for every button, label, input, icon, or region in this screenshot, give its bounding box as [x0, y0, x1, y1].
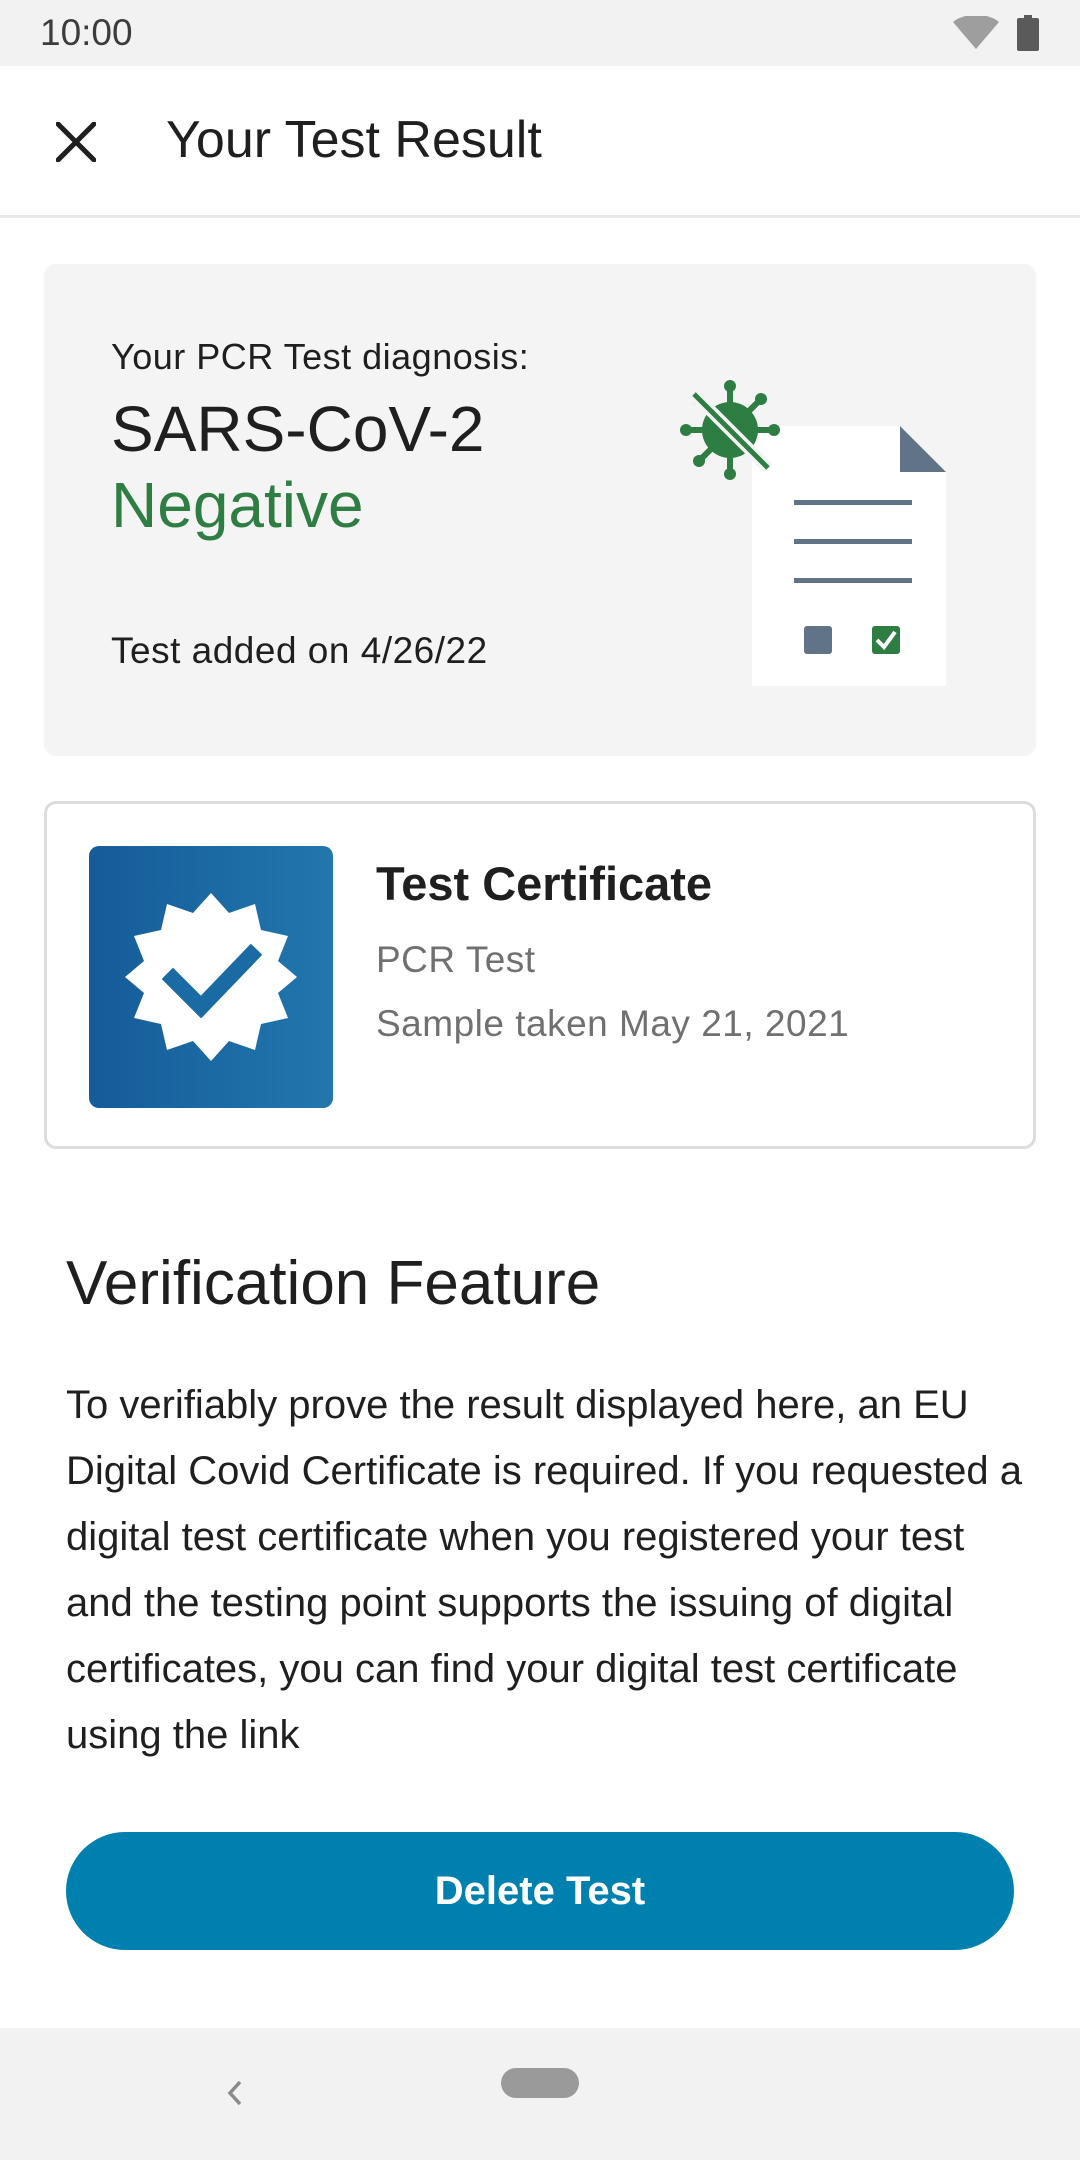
- test-result-value: Negative: [111, 469, 364, 541]
- verification-title: Verification Feature: [66, 1249, 601, 1318]
- diagnosis-label: Your PCR Test diagnosis:: [111, 336, 530, 377]
- battery-icon: [1017, 15, 1039, 51]
- test-certificate-card[interactable]: Test Certificate PCR Test Sample taken M…: [44, 801, 1036, 1149]
- test-result-card: Your PCR Test diagnosis: SARS-CoV-2 Nega…: [44, 264, 1036, 756]
- negative-test-document-icon: [680, 380, 946, 686]
- app-bar: Your Test Result: [0, 66, 1080, 218]
- certificate-type: PCR Test: [376, 939, 536, 980]
- certificate-sample-date: Sample taken May 21, 2021: [376, 1003, 850, 1044]
- close-button[interactable]: [44, 110, 108, 174]
- virus-name: SARS-CoV-2: [111, 393, 485, 465]
- verification-body: To verifiably prove the result displayed…: [66, 1383, 1023, 1757]
- certificate-title: Test Certificate: [376, 857, 713, 910]
- close-icon: [56, 122, 96, 162]
- status-time: 10:00: [40, 12, 133, 53]
- back-icon[interactable]: [220, 2068, 250, 2118]
- home-pill-icon[interactable]: [501, 2068, 579, 2098]
- verified-badge-icon: [125, 893, 297, 1061]
- status-bar: 10:00: [0, 0, 1080, 66]
- wifi-icon: [953, 16, 999, 49]
- test-added-date: Test added on 4/26/22: [111, 630, 488, 671]
- page-title: Your Test Result: [166, 111, 542, 169]
- delete-test-button[interactable]: Delete Test: [66, 1832, 1014, 1950]
- certificate-badge: [89, 846, 333, 1108]
